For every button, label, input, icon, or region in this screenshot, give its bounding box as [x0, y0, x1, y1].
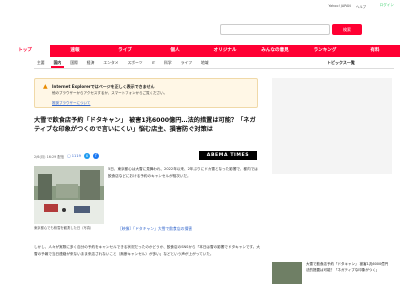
nav-item-original[interactable]: オリジナル [200, 45, 250, 57]
related-video-link[interactable]: ［映像］「ドタキャン」大雪で飲食店の損害 [118, 226, 258, 232]
recommended-browser-link[interactable]: 推奨ブラウザーについて [52, 101, 90, 106]
help-link[interactable]: ヘルプ [356, 4, 366, 9]
article-body-1: 5日、東京都心は大雪に見舞われ、2022年以来、2年ぶりにドカ雪となった影響で、… [108, 167, 258, 178]
article-headline: 大雪で飲食店予約「ドタキャン」 被害1兆6000億円…法的措置は可能？「ネガティ… [34, 117, 256, 133]
article-meta: 2/6(月) 16:29 配信 ▢ 1119 x f [34, 152, 134, 160]
warning-icon: ▲ [43, 83, 48, 90]
snow-street-image [34, 166, 104, 224]
comment-count-link[interactable]: ▢ 1119 [67, 154, 81, 158]
sidebar-ad-area [272, 78, 392, 174]
related-thumbnail [272, 262, 302, 284]
facebook-share-icon[interactable]: f [92, 153, 99, 159]
related-title: 大雪で飲食店予約「ドタキャン」 被害1兆6000億円 法的措置は可能？「ネガティ… [306, 262, 389, 272]
warning-title: Internet Explorerではページを正しく表示できません [52, 84, 155, 89]
comment-icon: ▢ [67, 154, 71, 158]
nav-item-top[interactable]: トップ [0, 45, 50, 57]
comment-count: 1119 [71, 154, 81, 158]
browser-warning-banner: ▲ Internet Explorerではページを正しく表示できません 他のブラ… [34, 78, 258, 108]
tab-local[interactable]: 地域 [198, 57, 212, 68]
nav-item-live[interactable]: ライブ [100, 45, 150, 57]
search-input[interactable] [220, 24, 330, 35]
warning-body: 他のブラウザーからアクセスするか、スマートフォンからご覧ください。 [52, 91, 168, 95]
source-badge[interactable]: ABEMA TIMES [199, 151, 257, 160]
sidebar-related-item[interactable]: 大雪で飲食店予約「ドタキャン」 被害1兆6000億円 法的措置は可能？「ネガティ… [272, 262, 392, 296]
x-share-icon[interactable]: x [83, 153, 90, 159]
search-button[interactable]: 検索 [332, 24, 362, 35]
tab-sports[interactable]: スポーツ [124, 57, 145, 68]
article-date: 2/6(月) 16:29 配信 [34, 154, 65, 159]
tab-economy[interactable]: 経済 [84, 57, 98, 68]
nav-item-opinion[interactable]: みんなの意見 [250, 45, 300, 57]
tab-entertainment[interactable]: エンタメ [100, 57, 121, 68]
main-nav: トップ 速報 ライブ 個人 オリジナル みんなの意見 ランキング 有料 [0, 45, 400, 57]
article-photo[interactable] [34, 166, 104, 224]
tab-life[interactable]: ライフ [178, 57, 195, 68]
top-utility-bar: Yahoo! JAPAN ヘルプ ログイン [0, 0, 400, 20]
tab-main[interactable]: 主要 [34, 57, 48, 68]
photo-caption: 東京都心でも積雪を観測した日（写真） [34, 226, 94, 230]
login-link[interactable]: ログイン [380, 3, 394, 8]
tab-international[interactable]: 国際 [67, 57, 81, 68]
topics-list-link[interactable]: トピックス一覧 [327, 60, 355, 66]
tab-science[interactable]: 科学 [161, 57, 175, 68]
nav-item-breaking[interactable]: 速報 [50, 45, 100, 57]
nav-item-ranking[interactable]: ランキング [300, 45, 350, 57]
yahoo-japan-link[interactable]: Yahoo! JAPAN [328, 4, 350, 9]
nav-item-individual[interactable]: 個人 [150, 45, 200, 57]
nav-item-paid[interactable]: 有料 [350, 45, 400, 57]
tab-it[interactable]: IT [149, 57, 158, 68]
article-body-2: しかし、人々が実際に多く自分の予約をキャンセルできる状況だったのかどうか、飲食店… [34, 245, 260, 256]
utility-links: Yahoo! JAPAN ヘルプ [328, 4, 366, 9]
tab-domestic[interactable]: 国内 [50, 57, 65, 68]
